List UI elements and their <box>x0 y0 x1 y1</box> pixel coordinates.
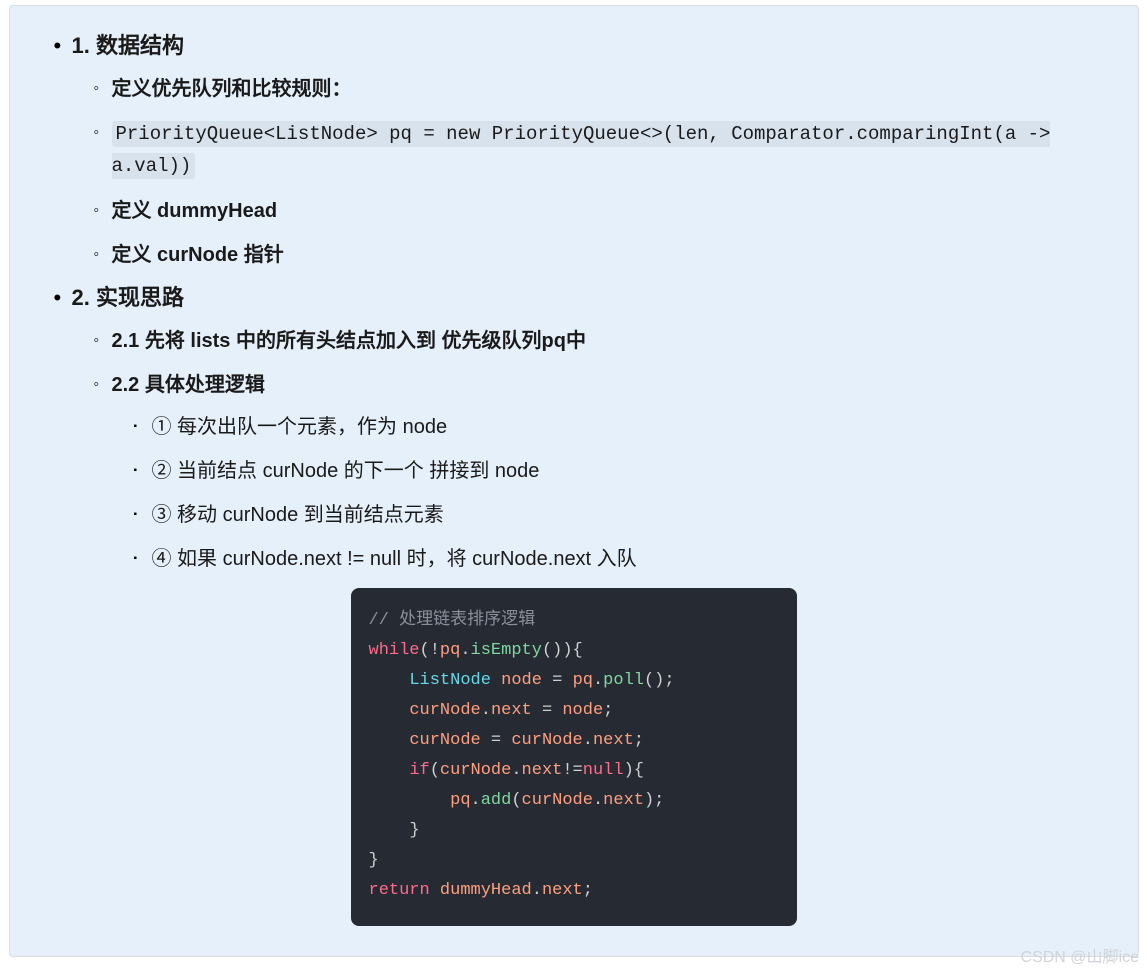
item-dummyhead: 定义 dummyHead <box>112 196 1098 226</box>
item-curnode: 定义 curNode 指针 <box>112 240 1098 270</box>
section-2: 2. 实现思路 2.1 先将 lists 中的所有头结点加入到 优先级队列pq中… <box>72 284 1098 574</box>
step-3: ③ 移动 curNode 到当前结点元素 <box>152 500 1098 530</box>
section-1: 1. 数据结构 定义优先队列和比较规则： PriorityQueue<ListN… <box>72 32 1098 270</box>
step-4: ④ 如果 curNode.next != null 时，将 curNode.ne… <box>152 544 1098 574</box>
section-1-items: 定义优先队列和比较规则： PriorityQueue<ListNode> pq … <box>72 74 1098 270</box>
steps-list: ① 每次出队一个元素，作为 node ② 当前结点 curNode 的下一个 拼… <box>112 412 1098 574</box>
subsection-2-2-title: 2.2 具体处理逻辑 <box>112 374 265 396</box>
step-2: ② 当前结点 curNode 的下一个 拼接到 node <box>152 456 1098 486</box>
item-pq-code: PriorityQueue<ListNode> pq = new Priorit… <box>112 118 1098 182</box>
code-comment: // 处理链表排序逻辑 <box>369 611 536 630</box>
section-2-items: 2.1 先将 lists 中的所有头结点加入到 优先级队列pq中 2.2 具体处… <box>72 326 1098 574</box>
section-1-title: 1. 数据结构 <box>72 33 184 58</box>
document-card: 1. 数据结构 定义优先队列和比较规则： PriorityQueue<ListN… <box>9 5 1139 957</box>
item-define-pq-rule: 定义优先队列和比较规则： <box>112 74 1098 104</box>
watermark-text: CSDN @山脚ice <box>1021 943 1139 967</box>
subsection-2-1: 2.1 先将 lists 中的所有头结点加入到 优先级队列pq中 <box>112 326 1098 356</box>
inline-code-pq: PriorityQueue<ListNode> pq = new Priorit… <box>112 121 1051 179</box>
section-2-title: 2. 实现思路 <box>72 285 184 310</box>
code-block: // 处理链表排序逻辑 while(!pq.isEmpty()){ ListNo… <box>351 588 797 926</box>
subsection-2-2: 2.2 具体处理逻辑 ① 每次出队一个元素，作为 node ② 当前结点 cur… <box>112 370 1098 574</box>
outline-root: 1. 数据结构 定义优先队列和比较规则： PriorityQueue<ListN… <box>50 32 1098 574</box>
step-1: ① 每次出队一个元素，作为 node <box>152 412 1098 442</box>
